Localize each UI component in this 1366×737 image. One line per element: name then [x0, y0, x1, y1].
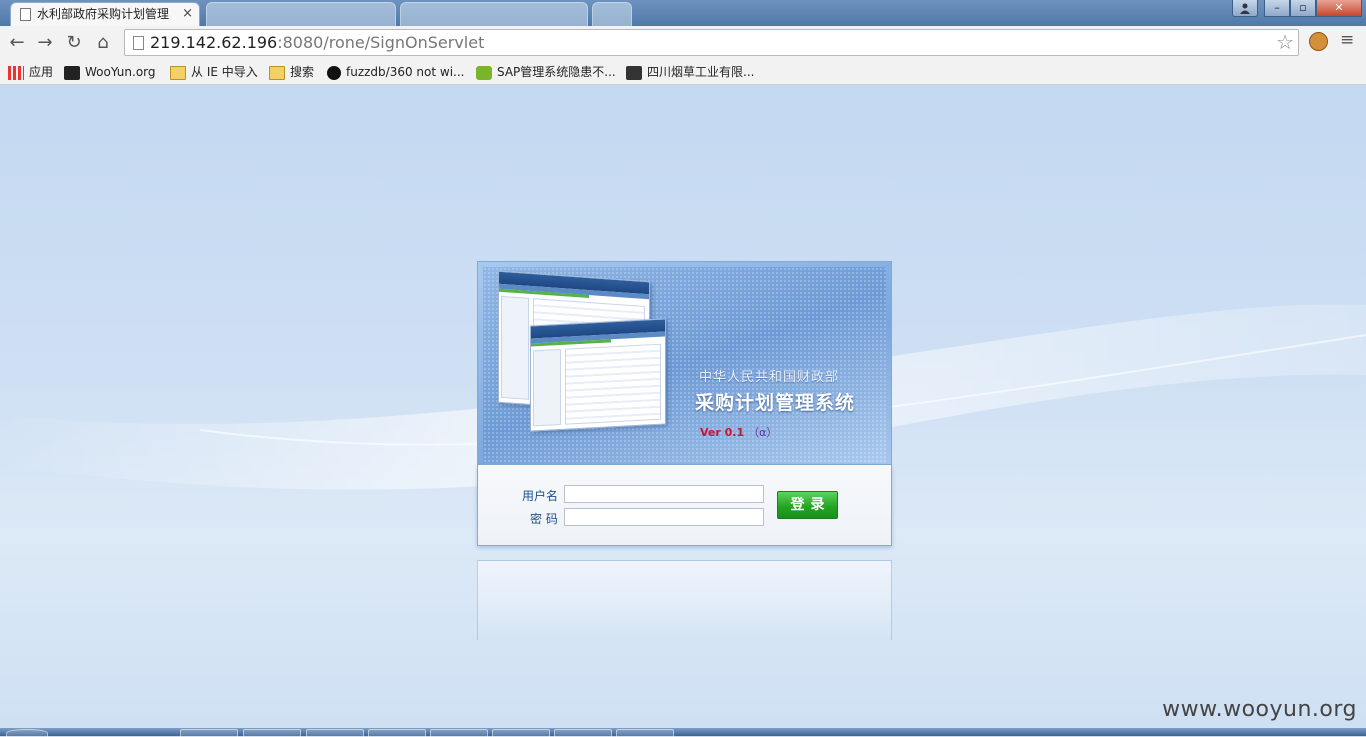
login-button[interactable]: 登录 — [777, 491, 838, 519]
bookmark-label: 四川烟草工业有限... — [647, 65, 755, 79]
tab-title: 水利部政府采购计划管理 — [37, 7, 170, 21]
bookmarks-bar: 应用 WooYun.org 从 IE 中导入 搜索 fuzzdb/360 not… — [0, 60, 1366, 85]
bookmark-star-icon[interactable]: ☆ — [1276, 30, 1294, 55]
login-form: 用户名 密 码 登录 — [477, 465, 892, 546]
folder-icon — [269, 65, 285, 80]
page-icon — [133, 36, 144, 50]
sap-icon — [476, 65, 492, 80]
user-icon[interactable] — [1232, 0, 1258, 17]
home-icon[interactable]: ⌂ — [91, 31, 115, 55]
maximize-button[interactable]: ▫ — [1290, 0, 1316, 17]
browser-titlebar: 水利部政府采购计划管理 × – ▫ ✕ — [0, 0, 1366, 26]
browser-toolbar: ← → ↻ ⌂ 219.142.62.196:8080/rone/SignOnS… — [0, 26, 1366, 61]
bookmark-ie-import[interactable]: 从 IE 中导入 — [170, 63, 258, 81]
os-taskbar — [0, 728, 1366, 737]
watermark: www.wooyun.org — [1162, 697, 1357, 722]
page-icon — [20, 8, 31, 21]
bookmark-sichuan[interactable]: 四川烟草工业有限... — [626, 63, 754, 81]
form-reflection — [477, 560, 892, 640]
cookie-extension-icon[interactable] — [1309, 32, 1328, 51]
back-icon[interactable]: ← — [5, 31, 29, 55]
tab-background[interactable] — [206, 2, 396, 26]
bookmark-fuzzdb[interactable]: fuzzdb/360 not wi... — [327, 63, 464, 81]
site-icon — [626, 65, 642, 80]
system-title: 采购计划管理系统 — [695, 392, 856, 414]
address-bar[interactable]: 219.142.62.196:8080/rone/SignOnServlet ☆ — [124, 29, 1299, 56]
bookmark-label: SAP管理系统隐患不... — [497, 65, 616, 79]
bookmark-label: 从 IE 中导入 — [191, 65, 258, 79]
github-icon — [327, 65, 341, 80]
bookmark-label: WooYun.org — [85, 65, 156, 79]
bookmark-apps[interactable]: 应用 — [8, 63, 53, 81]
reload-icon[interactable]: ↻ — [62, 31, 86, 55]
password-label: 密 码 — [530, 512, 558, 526]
tab-background[interactable] — [400, 2, 588, 26]
wooyun-icon — [64, 65, 80, 80]
url-text[interactable]: 219.142.62.196:8080/rone/SignOnServlet — [150, 33, 484, 52]
apps-grid-icon — [8, 65, 24, 80]
bookmark-label: 搜索 — [290, 65, 315, 79]
username-label: 用户名 — [522, 489, 559, 503]
version-label: Ver 0.1 （α） — [700, 424, 777, 440]
ministry-name: 中华人民共和国财政部 — [699, 370, 840, 385]
bookmark-label: fuzzdb/360 not wi... — [346, 65, 465, 79]
screenshot-illustration — [530, 318, 666, 432]
close-button[interactable]: ✕ — [1316, 0, 1362, 17]
minimize-button[interactable]: – — [1264, 0, 1290, 17]
url-host: 219.142.62.196 — [150, 33, 278, 52]
forward-icon[interactable]: → — [33, 31, 57, 55]
folder-icon — [170, 65, 186, 80]
url-path: :8080/rone/SignOnServlet — [277, 33, 485, 52]
new-tab-button[interactable] — [592, 2, 632, 26]
bookmark-search[interactable]: 搜索 — [269, 63, 314, 81]
window-controls: – ▫ ✕ — [1232, 0, 1362, 18]
version-number: Ver 0.1 — [700, 426, 745, 439]
username-input[interactable] — [564, 485, 764, 503]
bookmark-sap[interactable]: SAP管理系统隐患不... — [476, 63, 616, 81]
system-banner: 中华人民共和国财政部 采购计划管理系统 Ver 0.1 （α） — [477, 261, 892, 465]
bookmark-label: 应用 — [29, 65, 54, 79]
menu-icon[interactable]: ≡ — [1340, 30, 1354, 50]
password-input[interactable] — [564, 508, 764, 526]
version-alpha: （α） — [748, 426, 778, 439]
page-content: 中华人民共和国财政部 采购计划管理系统 Ver 0.1 （α） 用户名 密 码 登… — [0, 85, 1366, 728]
bookmark-wooyun[interactable]: WooYun.org — [64, 63, 156, 81]
tab-close-icon[interactable]: × — [182, 3, 193, 25]
tab-active[interactable]: 水利部政府采购计划管理 × — [10, 2, 200, 26]
